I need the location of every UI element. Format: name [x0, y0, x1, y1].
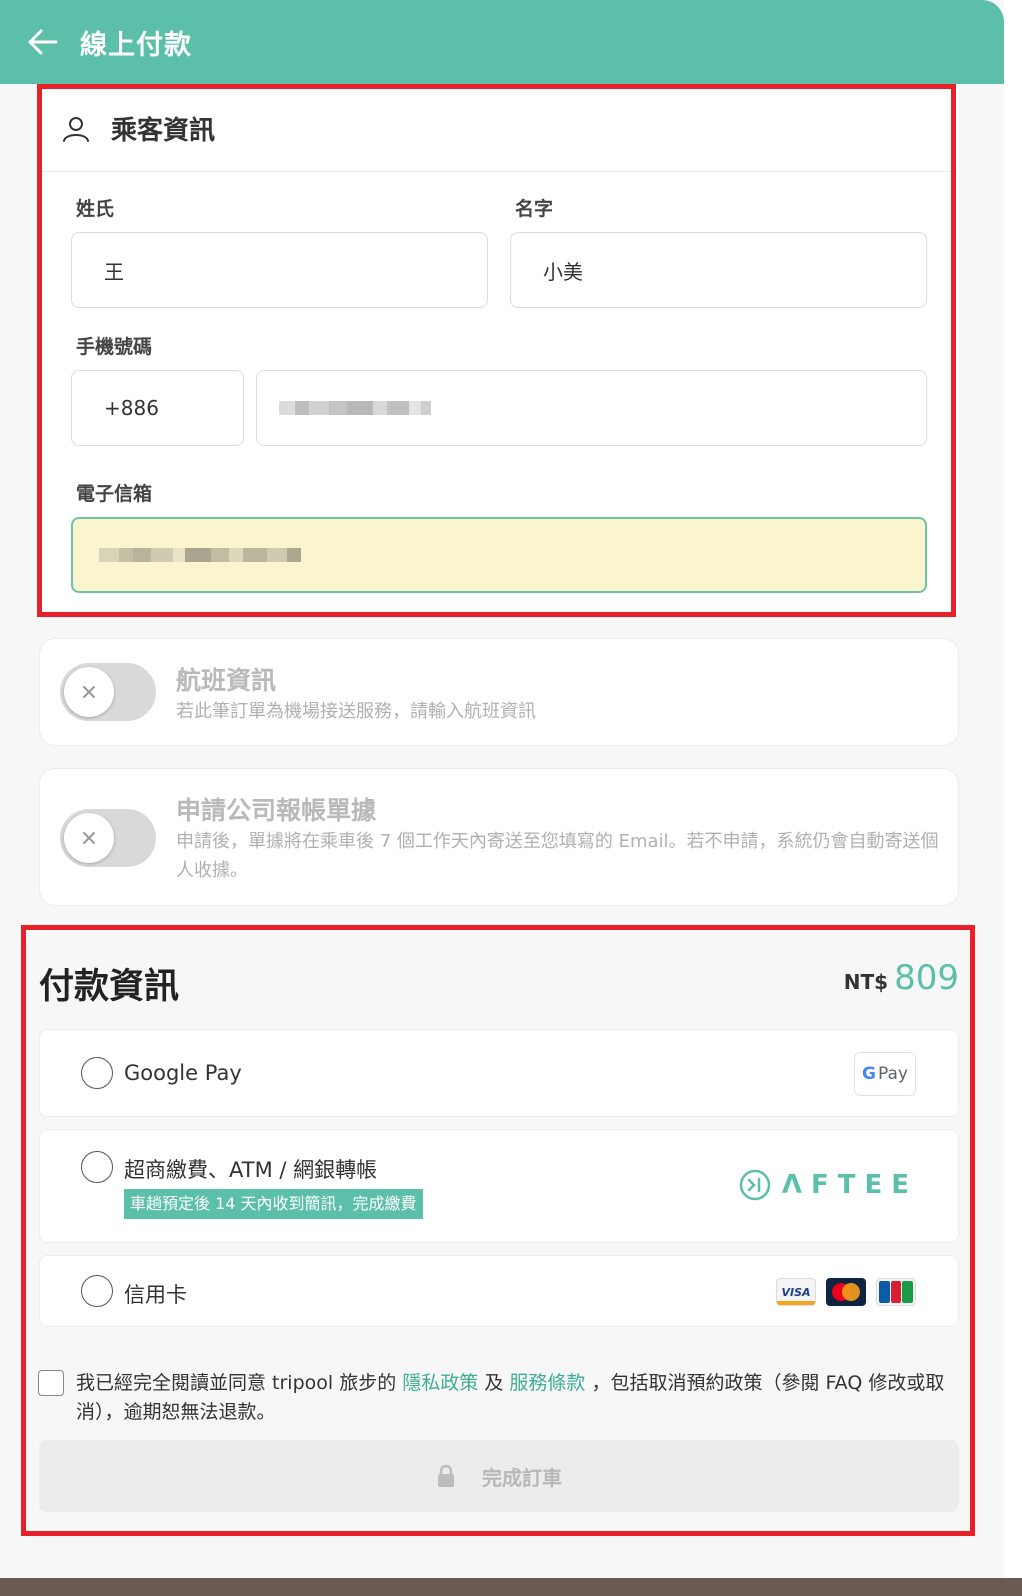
payment-option-aftee[interactable]: 超商繳費、ATM / 網銀轉帳 車趟預定後 14 天內收到簡訊，完成繳費 ΛFT…	[39, 1129, 959, 1243]
passenger-info-header: 乘客資訊	[39, 86, 959, 172]
flight-info-desc: 若此筆訂單為機場接送服務，請輸入航班資訊	[176, 701, 536, 722]
toggle-knob	[64, 667, 114, 717]
flight-info-card: 航班資訊 若此筆訂單為機場接送服務，請輸入航班資訊	[39, 638, 959, 746]
flight-info-toggle[interactable]	[60, 663, 156, 721]
first-name-input[interactable]: 小美	[510, 232, 927, 308]
google-g-icon: G	[862, 1064, 876, 1084]
receipt-desc: 申請後，單據將在乘車後 7 個工作天內寄送至您填寫的 Email。若不申請，系統…	[176, 831, 939, 881]
aftee-wordmark: ΛFTEE	[781, 1170, 918, 1200]
passenger-info-title: 乘客資訊	[111, 116, 216, 146]
aftee-notice-badge: 車趟預定後 14 天內收到簡訊，完成繳費	[124, 1189, 423, 1219]
country-code-value: +886	[104, 396, 159, 420]
first-name-value: 小美	[543, 259, 583, 284]
agreement-and: 及	[484, 1372, 504, 1394]
privacy-policy-link[interactable]: 隱私政策	[402, 1372, 478, 1394]
app-header: 線上付款	[0, 0, 1004, 84]
radio-google-pay[interactable]	[81, 1057, 113, 1089]
price-amount: 809	[894, 958, 959, 998]
right-edge	[1004, 0, 1022, 1596]
aftee-label: 超商繳費、ATM / 網銀轉帳	[124, 1158, 378, 1182]
first-name-label: 名字	[515, 198, 554, 220]
mastercard-icon	[826, 1278, 866, 1306]
country-code-select[interactable]: +886	[71, 370, 244, 446]
last-name-label: 姓氏	[76, 198, 115, 220]
payment-info-title: 付款資訊	[39, 967, 180, 1007]
toggle-knob	[64, 813, 114, 863]
phone-input[interactable]	[256, 370, 927, 446]
visa-icon: VISA	[776, 1278, 816, 1306]
receipt-card: 申請公司報帳單據 申請後，單據將在乘車後 7 個工作天內寄送至您填寫的 Emai…	[39, 768, 959, 906]
close-icon	[83, 686, 95, 698]
last-name-input[interactable]: 王	[71, 232, 488, 308]
aftee-logo: ΛFTEE	[738, 1168, 918, 1202]
arrow-left-icon[interactable]	[26, 25, 60, 59]
radio-credit-card[interactable]	[81, 1275, 113, 1307]
terms-of-service-link[interactable]: 服務條款	[509, 1372, 585, 1394]
payment-option-credit-card[interactable]: 信用卡 VISA	[39, 1255, 959, 1327]
page-title: 線上付款	[80, 29, 192, 61]
payment-option-google-pay[interactable]: Google Pay G Pay	[39, 1029, 959, 1117]
email-input[interactable]	[71, 517, 927, 593]
passenger-info-card: 乘客資訊 姓氏 王 名字 小美 手機號碼 +886 電子信箱	[39, 86, 959, 614]
agreement-text-1: 我已經完全閱讀並同意 tripool 旅步的	[76, 1372, 397, 1394]
price-currency: NT$	[843, 970, 889, 994]
email-value-redacted	[99, 545, 301, 565]
google-pay-logo: G Pay	[854, 1052, 916, 1096]
receipt-title: 申請公司報帳單據	[176, 796, 377, 825]
phone-value-redacted	[279, 398, 431, 418]
complete-booking-button[interactable]: 完成訂車	[39, 1440, 959, 1512]
credit-card-label: 信用卡	[124, 1283, 187, 1307]
last-name-value: 王	[104, 259, 124, 284]
complete-booking-label: 完成訂車	[482, 1465, 562, 1490]
agreement-checkbox[interactable]	[38, 1370, 64, 1396]
gpay-text: Pay	[878, 1064, 908, 1084]
jcb-icon	[876, 1278, 916, 1306]
person-icon	[63, 116, 89, 142]
bottom-background	[0, 1578, 1022, 1596]
radio-aftee[interactable]	[81, 1151, 113, 1183]
email-label: 電子信箱	[76, 483, 153, 505]
lock-icon	[438, 1464, 454, 1487]
flight-info-title: 航班資訊	[176, 666, 277, 695]
total-price: NT$ 809	[844, 958, 959, 998]
phone-label: 手機號碼	[76, 336, 153, 358]
close-icon	[83, 832, 95, 844]
receipt-toggle[interactable]	[60, 809, 156, 867]
agreement-text: 我已經完全閱讀並同意 tripool 旅步的 隱私政策 及 服務條款 ，包括取消…	[76, 1369, 966, 1427]
google-pay-label: Google Pay	[124, 1061, 242, 1085]
payment-page: 線上付款 乘客資訊 姓氏 王 名字 小美 手機號碼 +886 電子信箱 航班資訊…	[0, 0, 1022, 1596]
card-brand-logos: VISA	[776, 1278, 916, 1306]
aftee-circle-icon	[739, 1169, 771, 1201]
